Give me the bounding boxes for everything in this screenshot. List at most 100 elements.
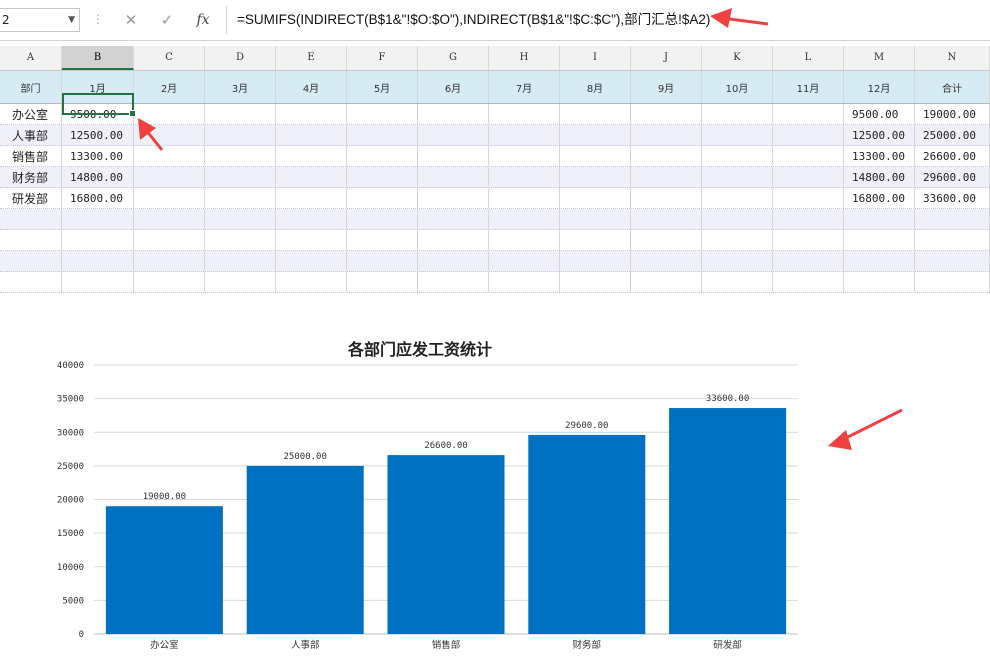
cell[interactable] <box>347 230 418 250</box>
cell[interactable] <box>418 146 489 166</box>
cell[interactable] <box>773 251 844 271</box>
cell[interactable] <box>915 230 990 250</box>
header-cell[interactable]: 7月 <box>489 71 560 103</box>
cell[interactable] <box>205 251 276 271</box>
dec-cell[interactable]: 9500.00 <box>844 104 915 124</box>
total-cell[interactable]: 26600.00 <box>915 146 990 166</box>
cell[interactable] <box>560 146 631 166</box>
cell[interactable] <box>489 146 560 166</box>
jan-cell[interactable]: 12500.00 <box>62 125 134 145</box>
cancel-icon[interactable]: ✕ <box>114 8 148 32</box>
cell[interactable] <box>702 272 773 292</box>
header-cell[interactable]: 11月 <box>773 71 844 103</box>
cell[interactable] <box>631 230 702 250</box>
dept-cell[interactable]: 人事部 <box>0 125 62 145</box>
cell[interactable] <box>418 104 489 124</box>
cell[interactable] <box>276 104 347 124</box>
name-box[interactable]: 2 ▼ <box>0 8 80 32</box>
header-cell[interactable]: 部门 <box>0 71 62 103</box>
cell[interactable] <box>560 209 631 229</box>
dec-cell[interactable]: 16800.00 <box>844 188 915 208</box>
jan-cell[interactable]: 14800.00 <box>62 167 134 187</box>
column-header-n[interactable]: N <box>915 46 990 70</box>
cell[interactable] <box>844 230 915 250</box>
column-header-h[interactable]: H <box>489 46 560 70</box>
dec-cell[interactable]: 13300.00 <box>844 146 915 166</box>
cell[interactable] <box>276 188 347 208</box>
cell[interactable] <box>205 188 276 208</box>
cell[interactable] <box>702 188 773 208</box>
cell[interactable] <box>844 272 915 292</box>
cell[interactable] <box>631 125 702 145</box>
total-cell[interactable]: 25000.00 <box>915 125 990 145</box>
cell[interactable] <box>631 272 702 292</box>
dec-cell[interactable]: 14800.00 <box>844 167 915 187</box>
cell[interactable] <box>205 230 276 250</box>
cell[interactable] <box>773 167 844 187</box>
cell[interactable] <box>773 125 844 145</box>
cell[interactable] <box>631 167 702 187</box>
column-header-m[interactable]: M <box>844 46 915 70</box>
cell[interactable] <box>347 167 418 187</box>
formula-bar-splitter[interactable]: ⋮ <box>92 12 104 26</box>
header-cell[interactable]: 5月 <box>347 71 418 103</box>
cell[interactable] <box>134 272 205 292</box>
cell[interactable] <box>418 125 489 145</box>
cell[interactable] <box>489 125 560 145</box>
column-header-f[interactable]: F <box>347 46 418 70</box>
cell[interactable] <box>915 209 990 229</box>
header-cell[interactable]: 合计 <box>915 71 990 103</box>
salary-bar-chart[interactable]: 0 5000 10000 15000 20000 25000 30000 35000 40000… <box>0 320 990 664</box>
cell[interactable] <box>134 146 205 166</box>
enter-check-icon[interactable]: ✓ <box>150 8 184 32</box>
cell[interactable] <box>489 272 560 292</box>
name-box-dropdown-icon[interactable]: ▼ <box>68 9 75 31</box>
jan-cell[interactable]: 16800.00 <box>62 188 134 208</box>
cell[interactable] <box>205 209 276 229</box>
cell[interactable] <box>347 125 418 145</box>
total-cell[interactable]: 33600.00 <box>915 188 990 208</box>
cell[interactable] <box>276 167 347 187</box>
header-cell[interactable]: 10月 <box>702 71 773 103</box>
formula-input[interactable]: =SUMIFS(INDIRECT(B$1&"!$O:$O"),INDIRECT(… <box>226 6 990 34</box>
cell[interactable] <box>915 251 990 271</box>
cell[interactable] <box>347 104 418 124</box>
cell[interactable] <box>702 251 773 271</box>
cell[interactable] <box>631 251 702 271</box>
cell[interactable] <box>560 272 631 292</box>
cell[interactable] <box>702 146 773 166</box>
cell[interactable] <box>205 125 276 145</box>
column-header-c[interactable]: C <box>134 46 205 70</box>
column-header-b[interactable]: B <box>62 46 134 70</box>
cell[interactable] <box>347 209 418 229</box>
header-cell[interactable]: 2月 <box>134 71 205 103</box>
cell[interactable] <box>347 251 418 271</box>
cell[interactable] <box>702 209 773 229</box>
cell[interactable] <box>276 209 347 229</box>
column-header-i[interactable]: I <box>560 46 631 70</box>
cell[interactable] <box>489 209 560 229</box>
cell[interactable] <box>773 146 844 166</box>
cell[interactable] <box>347 146 418 166</box>
column-header-a[interactable]: A <box>0 46 62 70</box>
cell[interactable] <box>418 209 489 229</box>
cell[interactable] <box>631 146 702 166</box>
cell[interactable] <box>773 272 844 292</box>
dept-cell[interactable]: 办公室 <box>0 104 62 124</box>
cell[interactable] <box>205 146 276 166</box>
cell[interactable] <box>134 230 205 250</box>
header-cell[interactable]: 8月 <box>560 71 631 103</box>
header-cell[interactable]: 6月 <box>418 71 489 103</box>
cell[interactable] <box>62 230 134 250</box>
cell[interactable] <box>276 272 347 292</box>
cell[interactable] <box>276 125 347 145</box>
cell[interactable] <box>773 230 844 250</box>
cell[interactable] <box>418 251 489 271</box>
cell[interactable] <box>205 104 276 124</box>
cell[interactable] <box>276 146 347 166</box>
cell[interactable] <box>631 104 702 124</box>
cell[interactable] <box>205 167 276 187</box>
total-cell[interactable]: 29600.00 <box>915 167 990 187</box>
cell[interactable] <box>418 188 489 208</box>
active-cell-selection[interactable] <box>62 93 136 117</box>
